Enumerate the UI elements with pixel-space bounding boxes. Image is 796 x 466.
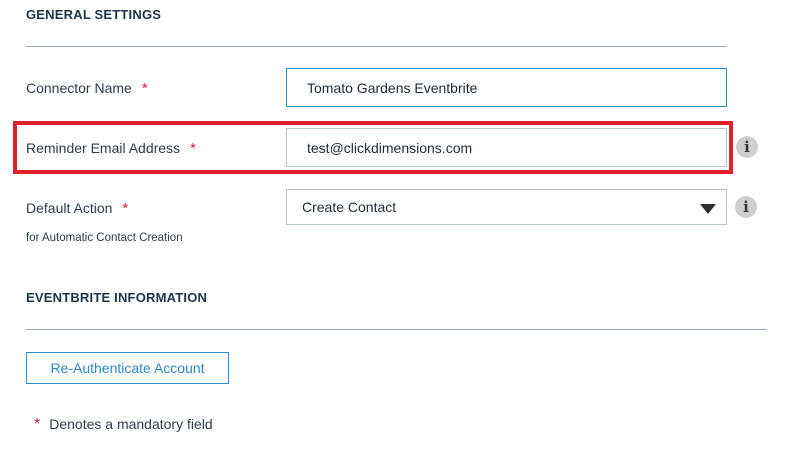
eventbrite-divider — [26, 329, 767, 330]
reminder-email-label: Reminder Email Address * — [26, 140, 196, 157]
general-settings-divider — [26, 46, 727, 47]
connector-name-label: Connector Name * — [26, 80, 148, 97]
required-marker: * — [34, 416, 41, 433]
reminder-email-input[interactable]: test@clickdimensions.com — [286, 128, 727, 167]
required-marker: * — [190, 140, 196, 157]
re-authenticate-button[interactable]: Re-Authenticate Account — [26, 352, 229, 384]
default-action-info-icon[interactable]: i — [735, 196, 757, 218]
reminder-email-info-icon[interactable]: i — [736, 136, 758, 158]
connector-name-label-text: Connector Name — [26, 80, 132, 96]
mandatory-note: * Denotes a mandatory field — [34, 416, 213, 434]
chevron-down-icon — [700, 204, 716, 214]
connector-name-input[interactable]: Tomato Gardens Eventbrite — [286, 68, 727, 107]
required-marker: * — [141, 80, 148, 97]
general-settings-title: GENERAL SETTINGS — [26, 7, 162, 22]
connector-name-value: Tomato Gardens Eventbrite — [307, 79, 478, 96]
default-action-label-text: Default Action — [26, 200, 113, 216]
eventbrite-information-title: EVENTBRITE INFORMATION — [26, 290, 208, 305]
mandatory-note-text: Denotes a mandatory field — [49, 416, 213, 432]
default-action-label: Default Action * — [26, 200, 128, 217]
reminder-email-label-text: Reminder Email Address — [26, 140, 181, 156]
default-action-sublabel: for Automatic Contact Creation — [26, 232, 183, 244]
required-marker: * — [122, 200, 129, 217]
reminder-email-value: test@clickdimensions.com — [307, 139, 473, 156]
default-action-value: Create Contact — [302, 199, 397, 215]
default-action-select[interactable]: Create Contact — [286, 189, 727, 225]
